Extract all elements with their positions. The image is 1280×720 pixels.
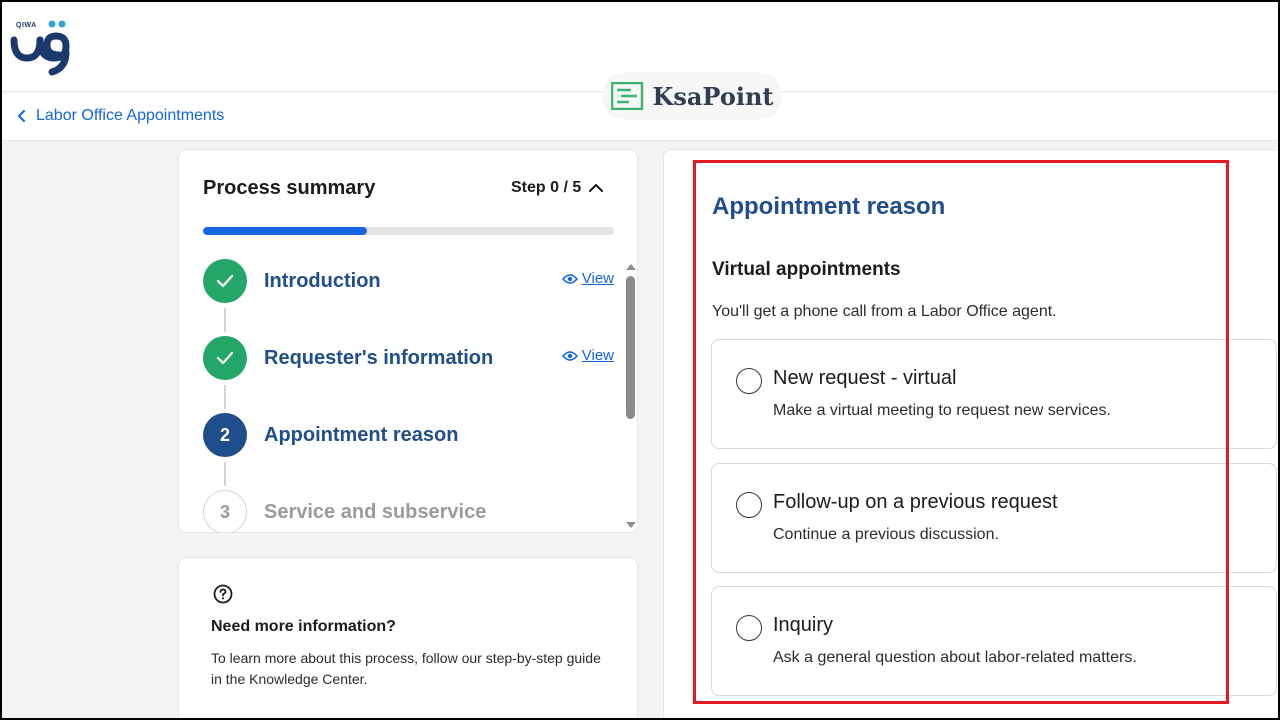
view-introduction-link[interactable]: View <box>561 270 614 287</box>
progress-bar <box>203 227 614 235</box>
ksapoint-logo-icon <box>610 82 643 110</box>
info-title: Need more information? <box>211 618 396 635</box>
scroll-thumb[interactable] <box>626 276 635 419</box>
step-done-badge <box>203 259 247 303</box>
option-description: Make a virtual meeting to request new se… <box>773 402 1111 419</box>
process-summary-card: Process summary Step 0 / 5 Introduction … <box>178 149 638 533</box>
question-circle-icon <box>213 584 233 604</box>
option-inquiry[interactable]: Inquiry Ask a general question about lab… <box>711 586 1277 696</box>
step-service-and-subservice: 3 Service and subservice <box>203 489 614 532</box>
eye-icon <box>561 273 578 284</box>
progress-fill <box>203 227 368 235</box>
view-label: View <box>581 347 614 364</box>
steps-scrollbar[interactable] <box>624 262 637 530</box>
step-label: Appointment reason <box>264 423 459 446</box>
view-label: View <box>581 270 614 287</box>
breadcrumb-label: Labor Office Appointments <box>36 107 225 124</box>
step-connector <box>224 308 226 332</box>
watermark: KsaPoint <box>602 72 782 120</box>
step-done-badge <box>203 336 247 380</box>
watermark-text: KsaPoint <box>652 81 774 111</box>
step-label: Requester's information <box>264 346 494 369</box>
radio-button[interactable] <box>736 492 762 518</box>
section-title: Virtual appointments <box>712 259 901 280</box>
step-label: Introduction <box>264 269 381 292</box>
page-title: Appointment reason <box>712 193 946 220</box>
option-title: Follow-up on a previous request <box>773 491 1058 513</box>
step-number-badge: 2 <box>203 413 247 457</box>
step-count-label: Step 0 / 5 <box>511 179 582 196</box>
radio-button[interactable] <box>736 368 762 394</box>
section-description: You'll get a phone call from a Labor Off… <box>712 303 1057 320</box>
step-label: Service and subservice <box>264 500 487 523</box>
chevron-up-icon <box>589 184 604 192</box>
step-connector <box>224 462 226 486</box>
check-icon <box>216 351 234 365</box>
step-appointment-reason: 2 Appointment reason <box>203 412 614 458</box>
view-requester-information-link[interactable]: View <box>561 347 614 364</box>
step-requester-information: Requester's information View <box>203 335 614 381</box>
step-count-toggle[interactable]: Step 0 / 5 <box>511 179 604 197</box>
radio-button[interactable] <box>736 615 762 641</box>
chevron-left-icon <box>18 110 25 122</box>
help-info-card: Need more information? To learn more abo… <box>178 557 638 720</box>
scroll-down-arrow[interactable] <box>626 522 636 528</box>
option-description: Continue a previous discussion. <box>773 526 999 543</box>
check-icon <box>216 274 234 288</box>
summary-title: Process summary <box>203 177 376 199</box>
option-new-request-virtual[interactable]: New request - virtual Make a virtual mee… <box>711 339 1277 449</box>
option-follow-up[interactable]: Follow-up on a previous request Continue… <box>711 463 1277 573</box>
breadcrumb-back-link[interactable]: Labor Office Appointments <box>16 107 224 125</box>
step-introduction: Introduction View <box>203 258 614 304</box>
info-text: To learn more about this process, follow… <box>211 650 601 687</box>
option-description: Ask a general question about labor-relat… <box>773 649 1137 666</box>
qiwa-logo[interactable] <box>10 18 80 80</box>
option-title: Inquiry <box>773 614 834 636</box>
option-title: New request - virtual <box>773 367 957 389</box>
scroll-up-arrow[interactable] <box>626 264 636 270</box>
step-number-badge: 3 <box>203 490 247 532</box>
step-connector <box>224 385 226 409</box>
eye-icon <box>561 350 578 361</box>
